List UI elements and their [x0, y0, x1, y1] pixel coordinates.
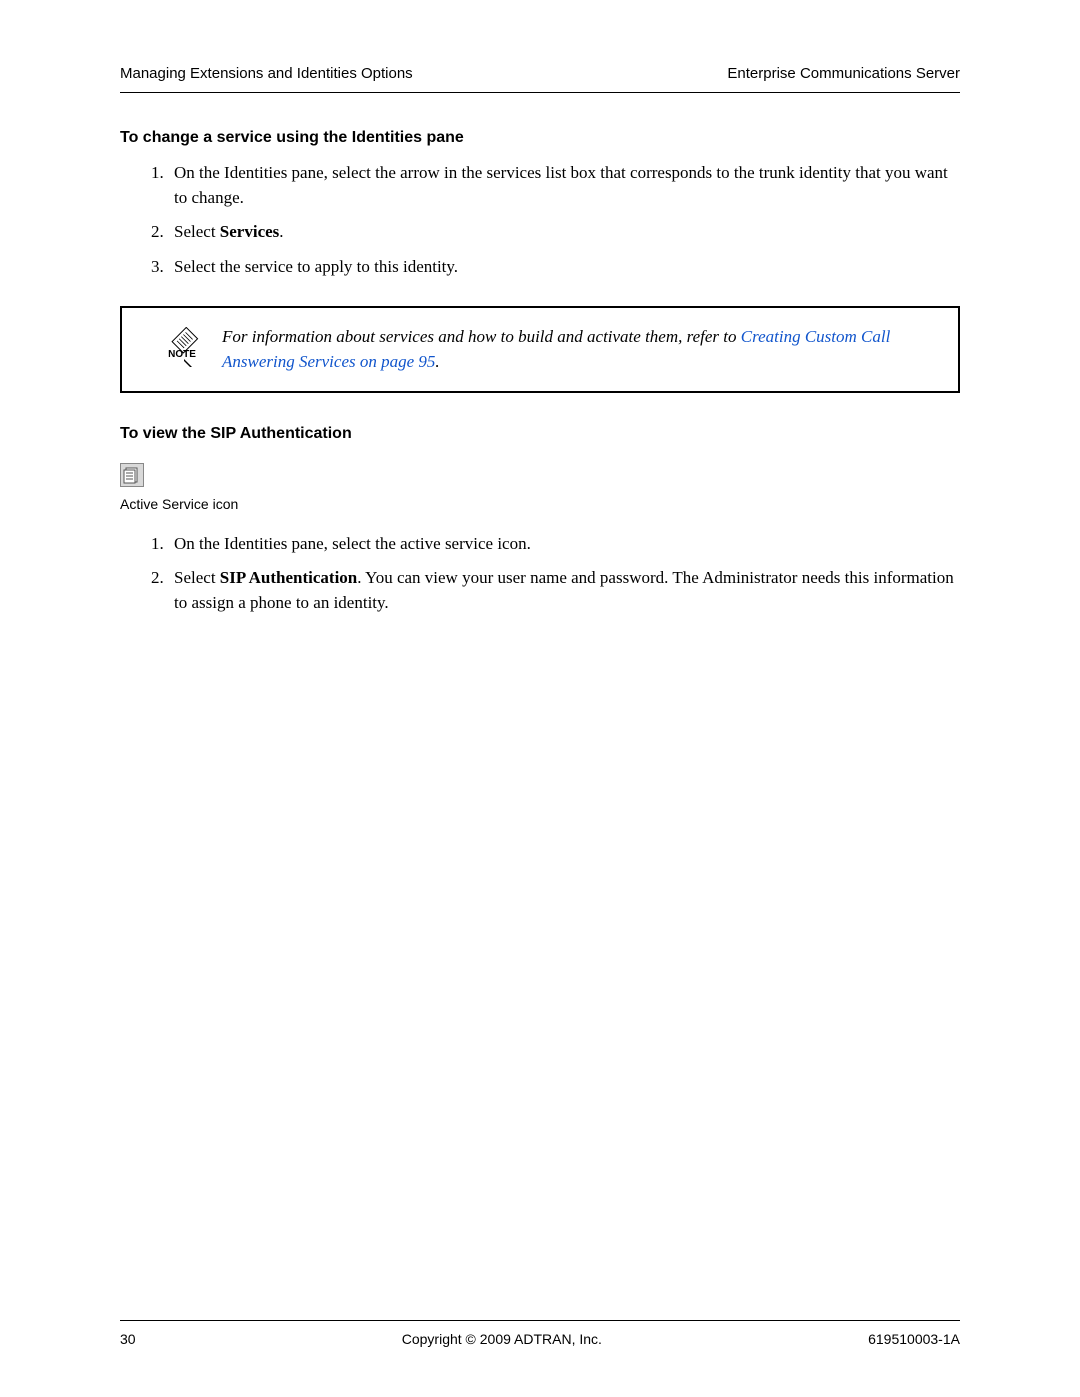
ordered-list: On the Identities pane, select the activ…: [168, 532, 960, 616]
page: Managing Extensions and Identities Optio…: [0, 0, 1080, 1397]
note-text: For information about services and how t…: [222, 324, 938, 375]
page-number: 30: [120, 1331, 136, 1347]
page-footer: 30 Copyright © 2009 ADTRAN, Inc. 6195100…: [120, 1320, 960, 1347]
icon-caption: Active Service icon: [120, 496, 960, 512]
list-item: Select SIP Authentication. You can view …: [168, 566, 960, 615]
section-heading: To view the SIP Authentication: [120, 425, 960, 443]
section-heading: To change a service using the Identities…: [120, 129, 960, 147]
ordered-list: On the Identities pane, select the arrow…: [168, 161, 960, 280]
list-item: Select the service to apply to this iden…: [168, 255, 960, 280]
section-sip-auth: To view the SIP Authentication Active Se…: [120, 425, 960, 616]
active-service-icon-wrapper: Active Service icon: [120, 457, 960, 512]
active-service-icon: [120, 463, 144, 487]
note-icon: NOTE: [142, 327, 222, 371]
list-item: On the Identities pane, select the activ…: [168, 532, 960, 557]
list-item: Select Services.: [168, 220, 960, 245]
header-right: Enterprise Communications Server: [727, 65, 960, 82]
copyright: Copyright © 2009 ADTRAN, Inc.: [402, 1331, 602, 1347]
list-item: On the Identities pane, select the arrow…: [168, 161, 960, 210]
svg-text:NOTE: NOTE: [168, 349, 196, 360]
doc-id: 619510003-1A: [868, 1331, 960, 1347]
page-header: Managing Extensions and Identities Optio…: [120, 65, 960, 93]
section-change-service: To change a service using the Identities…: [120, 129, 960, 280]
note-box: NOTE For information about services and …: [120, 306, 960, 393]
header-left: Managing Extensions and Identities Optio…: [120, 65, 413, 82]
